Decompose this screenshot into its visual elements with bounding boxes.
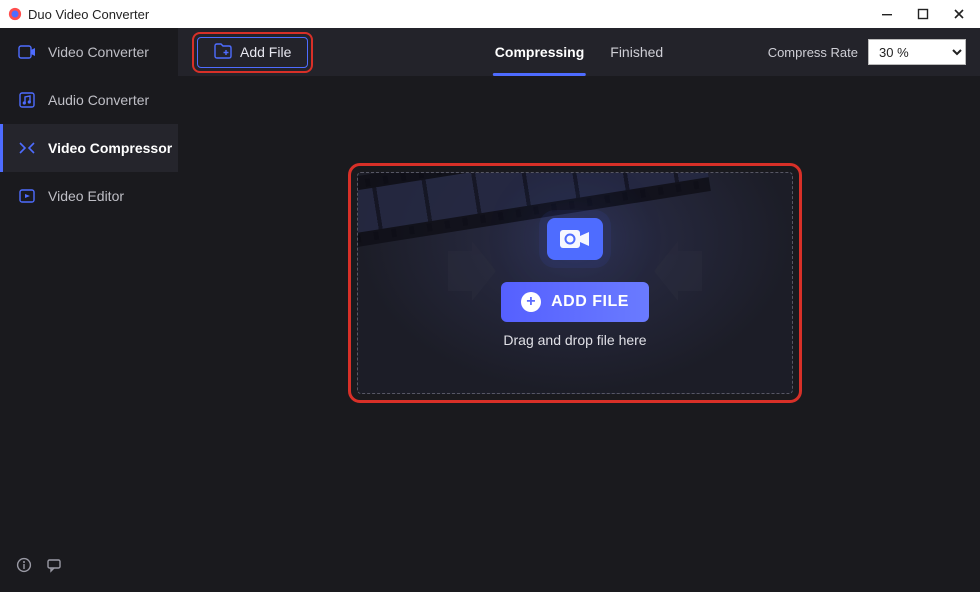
maximize-button[interactable]: [916, 7, 930, 21]
sidebar-item-label: Video Converter: [48, 44, 149, 60]
add-file-big-button[interactable]: + ADD FILE: [501, 282, 649, 322]
info-icon[interactable]: [16, 557, 32, 578]
sidebar-footer: [0, 547, 178, 592]
arrow-right-icon: [654, 241, 702, 301]
dropzone-highlight: + ADD FILE Drag and drop file here: [348, 163, 802, 403]
toolbar: Add File Compressing Finished Compress R…: [178, 28, 980, 76]
app-logo-icon: [8, 7, 22, 21]
add-file-highlight: Add File: [192, 32, 313, 73]
feedback-icon[interactable]: [46, 557, 62, 578]
dropzone-hint: Drag and drop file here: [503, 332, 646, 348]
video-converter-icon: [18, 43, 36, 61]
dropzone[interactable]: + ADD FILE Drag and drop file here: [357, 172, 793, 394]
window-controls: [880, 7, 972, 21]
sidebar-item-video-converter[interactable]: Video Converter: [0, 28, 178, 76]
audio-converter-icon: [18, 91, 36, 109]
tab-compressing[interactable]: Compressing: [495, 28, 584, 76]
content-area: Add File Compressing Finished Compress R…: [178, 28, 980, 592]
sidebar-item-label: Audio Converter: [48, 92, 149, 108]
window-title: Duo Video Converter: [28, 7, 880, 22]
sidebar-item-video-compressor[interactable]: Video Compressor: [0, 124, 178, 172]
plus-circle-icon: +: [521, 292, 541, 312]
app-body: Video Converter Audio Converter Video Co…: [0, 28, 980, 592]
add-file-button[interactable]: Add File: [197, 37, 308, 68]
tab-finished[interactable]: Finished: [610, 28, 663, 76]
sidebar-item-audio-converter[interactable]: Audio Converter: [0, 76, 178, 124]
tabs: Compressing Finished: [495, 28, 663, 76]
sidebar-item-label: Video Compressor: [48, 140, 172, 156]
add-file-folder-icon: [214, 43, 232, 62]
tab-label: Finished: [610, 44, 663, 60]
sidebar-item-video-editor[interactable]: Video Editor: [0, 172, 178, 220]
compress-rate-label: Compress Rate: [768, 45, 858, 60]
compress-rate-group: Compress Rate 30 %: [768, 39, 966, 65]
tab-label: Compressing: [495, 44, 584, 60]
titlebar: Duo Video Converter: [0, 0, 980, 28]
arrow-left-icon: [448, 241, 496, 301]
add-file-big-label: ADD FILE: [551, 293, 629, 311]
add-file-label: Add File: [240, 44, 291, 60]
minimize-button[interactable]: [880, 7, 894, 21]
sidebar: Video Converter Audio Converter Video Co…: [0, 28, 178, 592]
video-compressor-icon: [18, 139, 36, 157]
compress-rate-select[interactable]: 30 %: [868, 39, 966, 65]
close-button[interactable]: [952, 7, 966, 21]
video-editor-icon: [18, 187, 36, 205]
sidebar-item-label: Video Editor: [48, 188, 124, 204]
camera-icon: [547, 218, 603, 260]
